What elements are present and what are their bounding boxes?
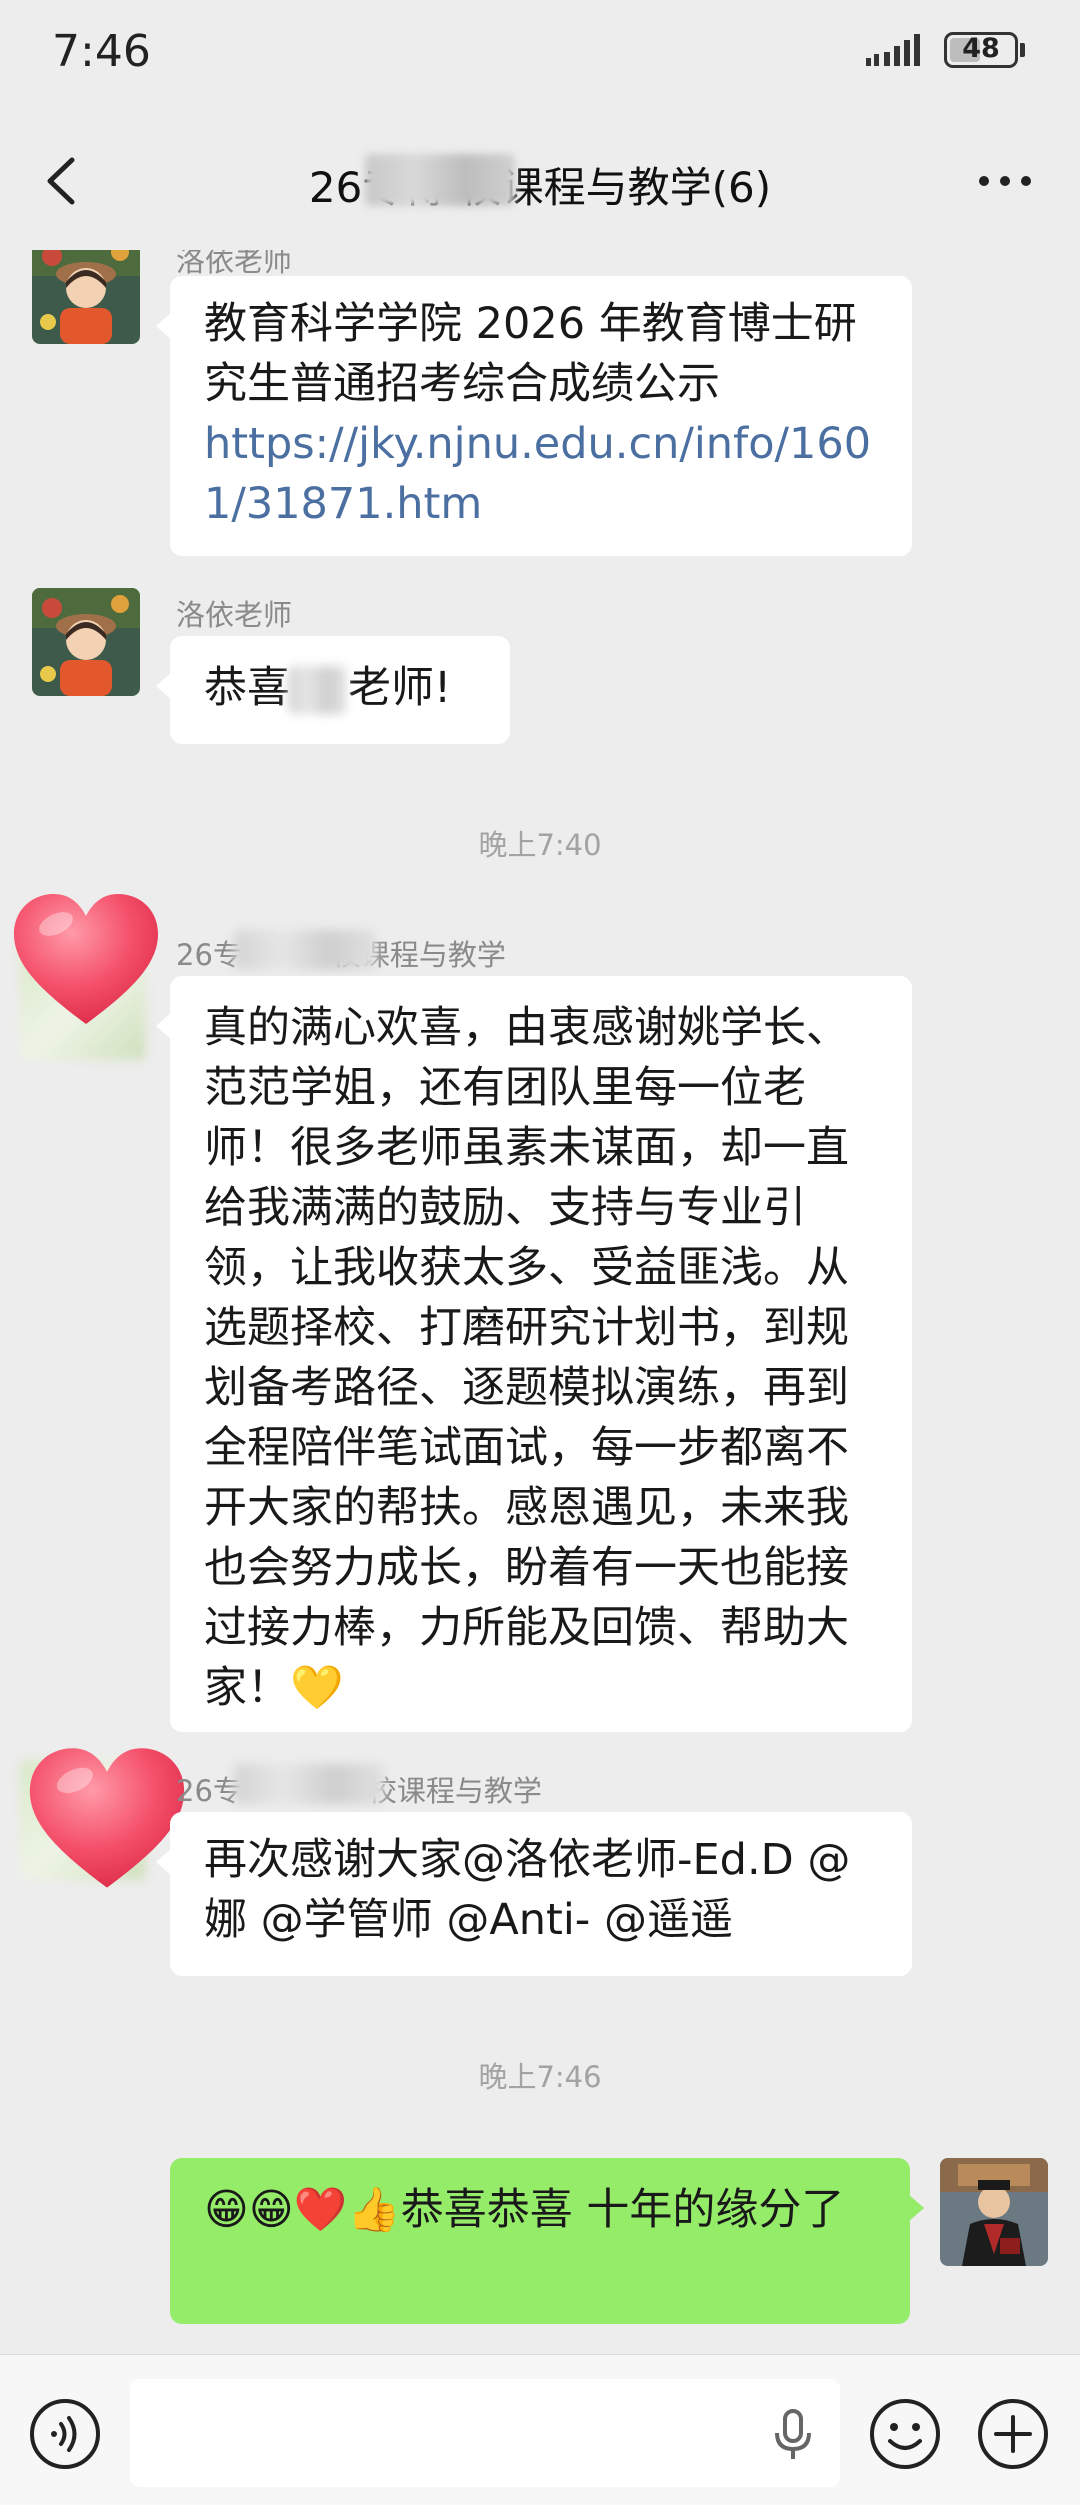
chat-header: 26专博 校课程与教学(6) bbox=[0, 110, 1080, 250]
my-avatar[interactable] bbox=[940, 2158, 1048, 2266]
battery-percent: 48 bbox=[962, 33, 1000, 64]
signal-icon bbox=[866, 34, 920, 66]
status-bar: 7:46 48 bbox=[0, 0, 1080, 110]
battery-icon: 48 bbox=[944, 32, 1018, 68]
avatar[interactable] bbox=[32, 250, 140, 344]
input-bar bbox=[0, 2354, 1080, 2505]
message-bubble[interactable]: 真的满心欢喜，由衷感谢姚学长、范范学姐，还有团队里每一位老师！很多老师虽素未谋面… bbox=[156, 976, 912, 1732]
emoji-icon[interactable] bbox=[868, 2397, 942, 2471]
message-list[interactable]: 洛依老师 教育科学学院 2026 年教育博士研究生普通招考综合成绩公示 http… bbox=[0, 250, 1080, 2350]
message-text: 恭喜 bbox=[204, 663, 290, 713]
redaction-blur bbox=[288, 666, 346, 714]
microphone-icon[interactable] bbox=[768, 2407, 818, 2461]
my-message-bubble[interactable]: 😁😁❤️👍恭喜恭喜 十年的缘分了 bbox=[170, 2158, 924, 2324]
more-icon[interactable] bbox=[970, 146, 1040, 216]
time-separator: 晚上7:40 bbox=[478, 828, 602, 862]
avatar-image bbox=[32, 588, 140, 696]
message-text: 真的满心欢喜，由衷感谢姚学长、范范学姐，还有团队里每一位老师！很多老师虽素未谋面… bbox=[204, 1003, 849, 1713]
message-text: 再次感谢大家@洛依老师-Ed.D @娜 @学管师 @Anti- @遥遥 bbox=[204, 1835, 851, 1945]
message-text: 教育科学学院 2026 年教育博士研究生普通招考综合成绩公示 bbox=[204, 299, 857, 409]
status-time: 7:46 bbox=[52, 26, 151, 77]
plus-icon[interactable] bbox=[976, 2397, 1050, 2471]
redaction-blur bbox=[234, 930, 376, 970]
battery-nub bbox=[1020, 43, 1025, 57]
redaction-blur bbox=[365, 154, 515, 206]
redaction-blur bbox=[234, 1764, 384, 1804]
avatar[interactable] bbox=[32, 588, 140, 696]
message-bubble[interactable]: 恭喜 老师! bbox=[156, 636, 510, 744]
heart-sticker bbox=[14, 894, 158, 1024]
time-separator: 晚上7:46 bbox=[478, 2060, 602, 2094]
back-arrow-icon[interactable] bbox=[28, 146, 98, 216]
message-bubble[interactable]: 教育科学学院 2026 年教育博士研究生普通招考综合成绩公示 https://j… bbox=[156, 276, 912, 556]
voice-icon[interactable] bbox=[28, 2397, 102, 2471]
message-text: 😁😁❤️👍恭喜恭喜 十年的缘分了 bbox=[204, 2185, 845, 2235]
message-input[interactable] bbox=[130, 2379, 840, 2487]
message-bubble[interactable]: 再次感谢大家@洛依老师-Ed.D @娜 @学管师 @Anti- @遥遥 bbox=[156, 1812, 912, 1976]
message-link[interactable]: https://jky.njnu.edu.cn/info/1601/31871.… bbox=[204, 419, 871, 529]
avatar-image bbox=[32, 250, 140, 344]
sender-name: 洛依老师 bbox=[176, 598, 293, 632]
avatar-image bbox=[940, 2158, 1048, 2266]
message-text: 老师! bbox=[348, 663, 452, 713]
chat-title: 26专博 校课程与教学(6) bbox=[308, 163, 772, 212]
